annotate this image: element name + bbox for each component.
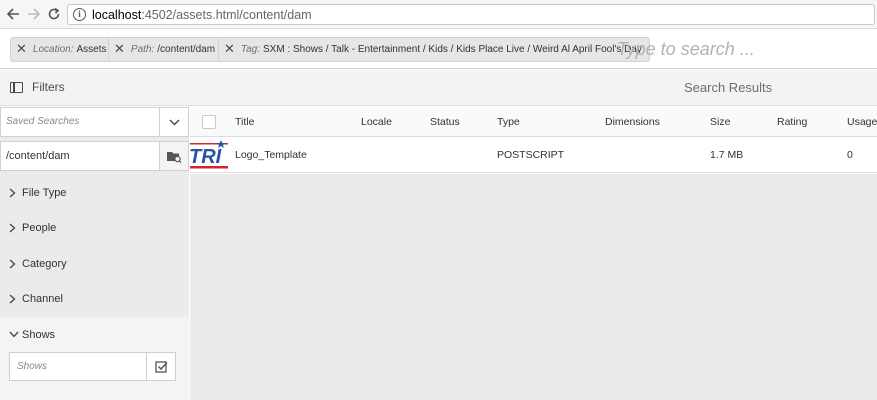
tag-value: /content/dam	[157, 44, 216, 55]
rail-panel-icon	[10, 81, 23, 93]
browser-toolbar: i localhost:4502/assets.html/content/dam	[0, 0, 877, 29]
close-icon[interactable]: ✕	[114, 42, 125, 57]
asset-title[interactable]: Logo_Template	[235, 149, 307, 161]
facet-label: File Type	[22, 186, 67, 199]
tag-key: Tag:	[240, 44, 260, 55]
search-tag-tag: ✕ Tag: SXM : Shows / Talk - Entertainmen…	[218, 37, 650, 62]
folder-browse-icon[interactable]	[159, 142, 188, 170]
chevron-right-icon	[9, 258, 21, 269]
facet-shows[interactable]: Shows	[0, 317, 189, 352]
tag-value: Assets	[76, 44, 107, 55]
asset-usage: 0	[847, 149, 853, 161]
search-results-title: Search Results	[684, 80, 773, 95]
close-icon[interactable]: ✕	[16, 42, 27, 57]
results-empty-area	[190, 174, 877, 400]
facet-file-type[interactable]: File Type	[0, 175, 189, 210]
thumbnail-logo-text: TRI	[190, 146, 222, 168]
chevron-right-icon	[9, 293, 21, 304]
tag-picker-icon[interactable]	[147, 352, 176, 381]
column-header-type[interactable]: Type	[497, 116, 520, 128]
header-row: Filters Search Results	[0, 70, 877, 106]
url-path: :4502/assets.html/content/dam	[141, 7, 312, 22]
column-header-locale[interactable]: Locale	[361, 116, 392, 128]
facet-label: Category	[22, 257, 67, 270]
chevron-down-icon[interactable]	[159, 108, 188, 136]
chevron-down-icon	[9, 331, 21, 338]
shows-placeholder: Shows	[17, 361, 48, 372]
facet-people[interactable]: People	[0, 210, 189, 245]
asset-thumbnail[interactable]: TRI	[190, 139, 228, 171]
column-header-status[interactable]: Status	[430, 116, 460, 128]
results-table-header: Title Locale Status Type Dimensions Size…	[190, 107, 877, 137]
tag-key: Location:	[32, 44, 74, 55]
column-header-usage[interactable]: Usage	[847, 116, 877, 128]
chevron-right-icon	[9, 222, 21, 233]
reload-icon[interactable]	[45, 5, 63, 23]
filters-title: Filters	[32, 80, 65, 94]
facet-label: Shows	[22, 328, 56, 341]
address-bar[interactable]: i localhost:4502/assets.html/content/dam	[67, 4, 875, 25]
path-value: /content/dam	[6, 150, 70, 162]
facet-channel[interactable]: Channel	[0, 281, 189, 316]
select-all-checkbox[interactable]	[202, 115, 216, 129]
url-host: localhost	[92, 7, 142, 22]
facet-shows-section: Shows Shows	[0, 317, 189, 400]
search-input[interactable]: Type to search ...	[617, 39, 755, 60]
column-header-dimensions[interactable]: Dimensions	[605, 116, 660, 128]
path-field[interactable]: /content/dam	[0, 141, 189, 171]
column-header-title[interactable]: Title	[235, 116, 254, 128]
saved-searches-placeholder: Saved Searches	[6, 116, 80, 127]
search-tag-path: ✕ Path: /content/dam	[108, 37, 224, 62]
tag-value: SXM : Shows / Talk - Entertainment / Kid…	[263, 44, 642, 55]
shows-input[interactable]: Shows	[9, 352, 147, 381]
facet-label: Channel	[22, 292, 63, 305]
search-tag-location: ✕ Location: Assets	[10, 37, 115, 62]
filters-rail: Saved Searches /content/dam File Type Pe…	[0, 107, 189, 400]
back-arrow-icon[interactable]	[4, 5, 22, 23]
saved-searches-select[interactable]: Saved Searches	[0, 107, 189, 137]
facet-label: People	[22, 221, 57, 234]
chevron-right-icon	[9, 187, 21, 198]
filters-toggle[interactable]: Filters	[10, 80, 65, 94]
info-icon[interactable]: i	[73, 8, 86, 21]
omnisearch-bar: ✕ Location: Assets ✕ Path: /content/dam …	[0, 30, 877, 69]
table-row[interactable]: TRI Logo_Template POSTSCRIPT 1.7 MB 0	[190, 137, 877, 173]
tag-key: Path:	[130, 44, 155, 55]
column-header-rating[interactable]: Rating	[777, 116, 807, 128]
close-icon[interactable]: ✕	[224, 42, 235, 57]
forward-arrow-icon[interactable]	[25, 5, 43, 23]
facet-category[interactable]: Category	[0, 246, 189, 281]
asset-type: POSTSCRIPT	[497, 149, 565, 161]
column-header-size[interactable]: Size	[710, 116, 730, 128]
asset-size: 1.7 MB	[710, 149, 744, 161]
